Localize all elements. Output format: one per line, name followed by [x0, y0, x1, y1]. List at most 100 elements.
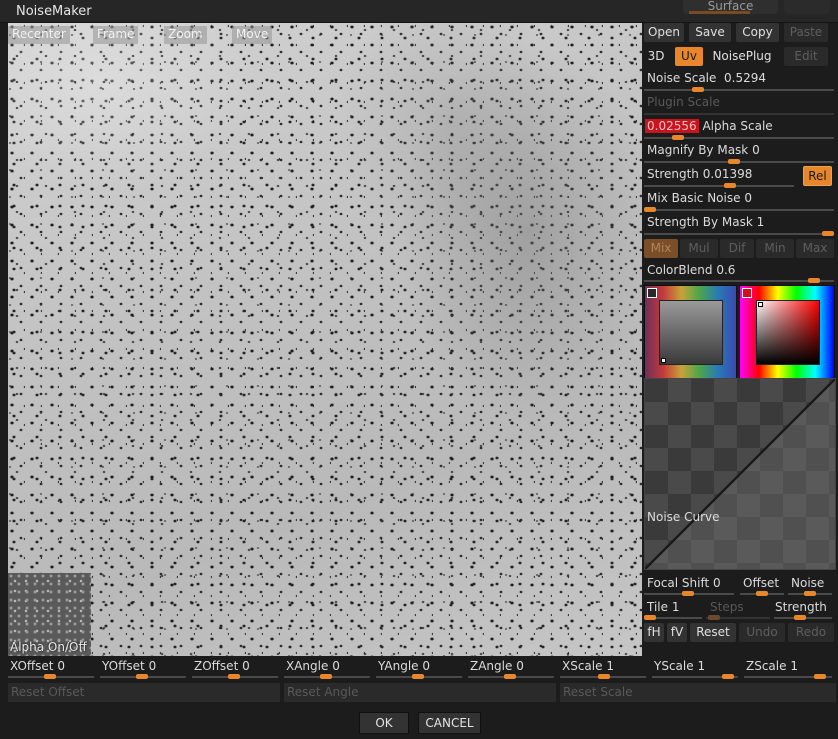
redo-button[interactable]: Redo	[788, 623, 834, 642]
magnify-by-mask-knob[interactable]	[727, 159, 740, 164]
noise-curve-editor[interactable]: Noise Curve	[644, 378, 836, 570]
color-picker-left[interactable]	[644, 285, 737, 380]
blend-dif-button[interactable]: Dif	[720, 239, 754, 258]
relative-toggle-button[interactable]: Rel	[803, 166, 832, 186]
blend-min-button[interactable]: Min	[756, 239, 794, 258]
alpha-scale-slider[interactable]	[644, 135, 834, 140]
steps-knob[interactable]	[708, 615, 720, 620]
cancel-button[interactable]: CANCEL	[418, 712, 481, 734]
color-blend-knob[interactable]	[807, 278, 820, 283]
color-picker-left-swatch[interactable]	[659, 300, 723, 365]
undo-button[interactable]: Undo	[739, 623, 785, 642]
noise-scale-slider[interactable]	[644, 87, 834, 92]
blend-mul-button[interactable]: Mul	[680, 239, 718, 258]
recenter-button[interactable]: Recenter	[8, 26, 70, 44]
strength-slider[interactable]	[644, 183, 794, 188]
copy-button[interactable]: Copy	[736, 23, 779, 42]
yangle-value: 0	[422, 659, 431, 673]
mix-basic-noise-value: 0	[744, 191, 752, 205]
offset-knob[interactable]	[756, 591, 768, 596]
zoffset-slider[interactable]	[192, 674, 278, 679]
color-picker-right-swatch[interactable]	[756, 300, 820, 365]
focal-shift-slider[interactable]	[644, 591, 734, 596]
open-button[interactable]: Open	[644, 23, 684, 42]
alpha-toggle-label: Alpha On/Off	[10, 640, 87, 654]
xscale-knob[interactable]	[598, 674, 610, 679]
strength2-slider[interactable]	[774, 615, 832, 620]
secondary-tab[interactable]	[784, 0, 830, 14]
blend-max-button[interactable]: Max	[796, 239, 834, 258]
yscale-slider[interactable]	[652, 674, 738, 679]
magnify-by-mask-value: 0	[752, 143, 760, 157]
xangle-slider[interactable]	[284, 674, 370, 679]
noise-knob[interactable]	[804, 591, 816, 596]
offset-slider[interactable]	[740, 591, 784, 596]
alpha-scale-value: 0.02556	[645, 119, 699, 133]
reset-curve-button[interactable]: Reset	[690, 623, 736, 642]
plugin-scale-slider[interactable]	[644, 113, 834, 115]
move-button[interactable]: Move	[232, 26, 273, 44]
surface-tab[interactable]: Surface	[683, 0, 778, 14]
noise-curve-label: Noise Curve	[647, 510, 720, 524]
mix-basic-noise-label: Mix Basic Noise 0	[647, 191, 752, 205]
reset-offset-button[interactable]: Reset Offset	[8, 683, 280, 702]
zangle-knob[interactable]	[504, 674, 516, 679]
tile-value: 1	[671, 600, 680, 614]
strength2-label: Strength	[775, 600, 827, 614]
flip-horizontal-button[interactable]: fH	[644, 623, 664, 642]
zoffset-knob[interactable]	[228, 674, 240, 679]
color-blend-slider[interactable]	[644, 278, 834, 283]
paste-button[interactable]: Paste	[784, 23, 828, 42]
strength-by-mask-knob[interactable]	[822, 231, 834, 236]
zoom-button[interactable]: Zoom	[164, 26, 207, 44]
zangle-slider[interactable]	[468, 674, 554, 679]
xscale-slider[interactable]	[560, 674, 646, 679]
alpha-scale-knob[interactable]	[672, 135, 685, 140]
blend-mix-button[interactable]: Mix	[644, 239, 678, 258]
yangle-slider[interactable]	[376, 674, 462, 679]
xoffset-knob[interactable]	[44, 674, 56, 679]
settings-panel: Open Save Copy Paste 3D Uv NoisePlug Edi…	[642, 23, 838, 656]
tile-slider[interactable]	[644, 615, 702, 620]
noise-preview-viewport[interactable]: Recenter Frame Zoom Move Alpha On/Off	[8, 23, 642, 656]
xscale-value: 1	[606, 659, 614, 673]
yoffset-knob[interactable]	[136, 674, 148, 679]
reset-angle-button[interactable]: Reset Angle	[284, 683, 556, 702]
strength-by-mask-label: Strength By Mask 1	[647, 215, 765, 229]
color-picker-right[interactable]	[739, 285, 835, 380]
alpha-thumbnail[interactable]: Alpha On/Off	[8, 573, 91, 656]
reset-scale-button[interactable]: Reset Scale	[560, 683, 836, 702]
ok-button[interactable]: OK	[359, 712, 409, 734]
yoffset-slider[interactable]	[100, 674, 186, 679]
tile-knob[interactable]	[644, 615, 656, 620]
yoffset-label: YOffset 0	[102, 659, 157, 673]
xoffset-label: XOffset 0	[10, 659, 65, 673]
steps-slider[interactable]	[706, 615, 770, 620]
focal-shift-value: 0	[713, 576, 721, 590]
edit-button[interactable]: Edit	[784, 47, 828, 66]
zscale-slider[interactable]	[744, 674, 832, 679]
strength2-knob[interactable]	[794, 615, 806, 620]
mix-basic-noise-slider[interactable]	[644, 207, 834, 212]
flip-vertical-button[interactable]: fV	[667, 623, 687, 642]
magnify-by-mask-slider[interactable]	[644, 159, 834, 164]
strength-knob[interactable]	[724, 183, 737, 188]
focal-shift-knob[interactable]	[682, 591, 694, 596]
xoffset-slider[interactable]	[8, 674, 94, 679]
yangle-label: YAngle 0	[378, 659, 431, 673]
zscale-knob[interactable]	[814, 674, 826, 679]
mix-basic-noise-knob[interactable]	[644, 207, 656, 212]
noise-label: Noise	[791, 576, 825, 590]
frame-button[interactable]: Frame	[93, 26, 139, 44]
3d-mode-button[interactable]: 3D	[644, 47, 668, 66]
yscale-knob[interactable]	[722, 674, 734, 679]
noiseplug-button[interactable]: NoisePlug	[706, 47, 778, 66]
save-button[interactable]: Save	[689, 23, 731, 42]
uv-mode-button[interactable]: Uv	[675, 47, 703, 66]
strength-by-mask-slider[interactable]	[644, 231, 834, 236]
noise-slider[interactable]	[788, 591, 832, 596]
transform-bar: XOffset 0 YOffset 0 ZOffset 0 XAngle 0 YAngl…	[0, 656, 838, 739]
noise-scale-knob[interactable]	[692, 87, 705, 92]
xangle-knob[interactable]	[320, 674, 332, 679]
yangle-knob[interactable]	[412, 674, 424, 679]
